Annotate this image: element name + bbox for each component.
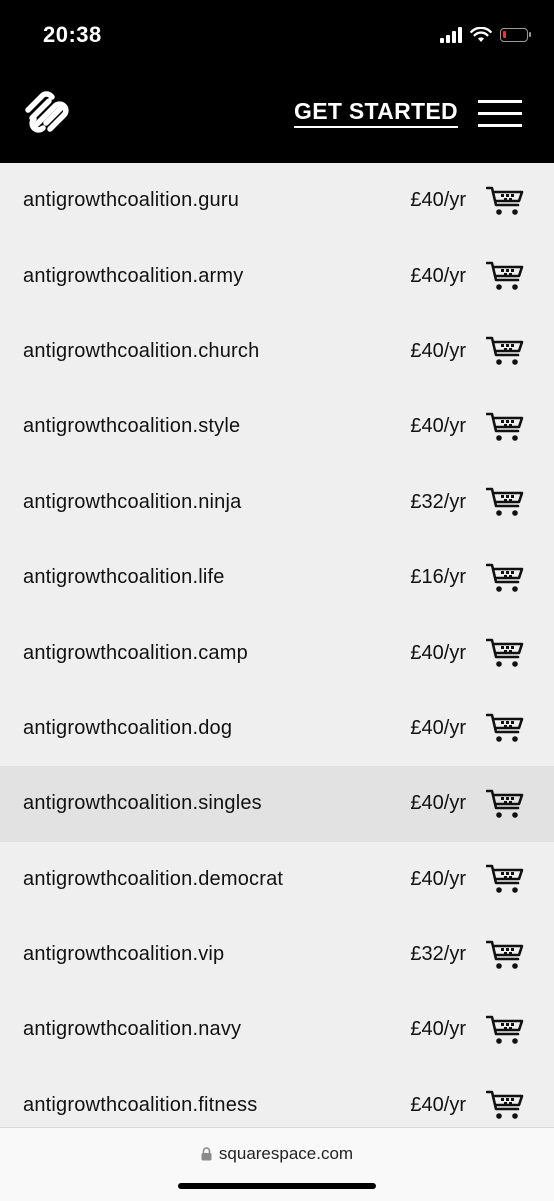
domain-price: £40/yr: [410, 264, 466, 287]
hamburger-menu-icon[interactable]: [478, 98, 522, 130]
domain-results-list: antigrowthcoalition.guru £40/yr antigrowth…: [0, 163, 554, 1143]
domain-name: antigrowthcoalition.guru: [23, 189, 240, 212]
add-to-cart-icon[interactable]: [485, 863, 524, 895]
domain-price: £32/yr: [410, 943, 466, 966]
domain-price: £40/yr: [410, 415, 466, 438]
domain-name: antigrowthcoalition.democrat: [23, 867, 284, 890]
domain-name: antigrowthcoalition.singles: [23, 792, 262, 815]
domain-row[interactable]: antigrowthcoalition.guru £40/yr: [0, 163, 554, 238]
domain-row[interactable]: antigrowthcoalition.church £40/yr: [0, 314, 554, 389]
domain-row[interactable]: antigrowthcoalition.ninja £32/yr: [0, 465, 554, 540]
domain-row[interactable]: antigrowthcoalition.style £40/yr: [0, 389, 554, 464]
add-to-cart-icon[interactable]: [485, 411, 524, 443]
domain-name: antigrowthcoalition.life: [23, 566, 225, 589]
add-to-cart-icon[interactable]: [485, 335, 524, 367]
squarespace-logo-icon[interactable]: [22, 90, 72, 134]
domain-row[interactable]: antigrowthcoalition.army £40/yr: [0, 238, 554, 313]
domain-name: antigrowthcoalition.camp: [23, 641, 248, 664]
domain-price: £40/yr: [410, 339, 466, 362]
home-indicator[interactable]: [178, 1183, 376, 1189]
cellular-signal-icon: [440, 27, 462, 43]
domain-row[interactable]: antigrowthcoalition.navy £40/yr: [0, 992, 554, 1067]
domain-name: antigrowthcoalition.vip: [23, 943, 225, 966]
domain-price: £40/yr: [410, 1093, 466, 1116]
add-to-cart-icon[interactable]: [485, 637, 524, 669]
domain-price: £40/yr: [410, 641, 466, 664]
domain-row[interactable]: antigrowthcoalition.camp £40/yr: [0, 615, 554, 690]
add-to-cart-icon[interactable]: [485, 260, 524, 292]
domain-row[interactable]: antigrowthcoalition.dog £40/yr: [0, 691, 554, 766]
battery-icon: [500, 28, 531, 42]
add-to-cart-icon[interactable]: [485, 1014, 524, 1046]
domain-row[interactable]: antigrowthcoalition.democrat £40/yr: [0, 842, 554, 917]
domain-row[interactable]: antigrowthcoalition.life £16/yr: [0, 540, 554, 615]
domain-name: antigrowthcoalition.church: [23, 339, 260, 362]
domain-price: £40/yr: [410, 716, 466, 739]
add-to-cart-icon[interactable]: [485, 486, 524, 518]
add-to-cart-icon[interactable]: [485, 1089, 524, 1121]
get-started-link[interactable]: GET STARTED: [294, 98, 458, 128]
lock-icon: [201, 1147, 212, 1161]
add-to-cart-icon[interactable]: [485, 788, 524, 820]
domain-name: antigrowthcoalition.navy: [23, 1018, 242, 1041]
add-to-cart-icon[interactable]: [485, 712, 524, 744]
domain-name: antigrowthcoalition.style: [23, 415, 241, 438]
domain-price: £32/yr: [410, 490, 466, 513]
domain-price: £40/yr: [410, 1018, 466, 1041]
domain-name: antigrowthcoalition.ninja: [23, 490, 242, 513]
domain-price: £40/yr: [410, 792, 466, 815]
add-to-cart-icon[interactable]: [485, 562, 524, 594]
domain-price: £40/yr: [410, 867, 466, 890]
domain-name: antigrowthcoalition.fitness: [23, 1093, 258, 1116]
domain-name: antigrowthcoalition.dog: [23, 716, 233, 739]
browser-url-bar[interactable]: squarespace.com: [0, 1127, 554, 1201]
status-icons: [440, 24, 531, 46]
domain-row[interactable]: antigrowthcoalition.vip £32/yr: [0, 917, 554, 992]
add-to-cart-icon[interactable]: [485, 939, 524, 971]
domain-name: antigrowthcoalition.army: [23, 264, 244, 287]
add-to-cart-icon[interactable]: [485, 185, 524, 217]
url-display[interactable]: squarespace.com: [0, 1144, 554, 1164]
domain-price: £40/yr: [410, 189, 466, 212]
url-text: squarespace.com: [218, 1144, 354, 1163]
domain-row[interactable]: antigrowthcoalition.singles £40/yr: [0, 766, 554, 842]
wifi-icon: [470, 27, 492, 42]
domain-price: £16/yr: [410, 566, 466, 589]
site-header: 20:38 GET STARTED: [0, 0, 554, 163]
status-time: 20:38: [43, 22, 102, 47]
